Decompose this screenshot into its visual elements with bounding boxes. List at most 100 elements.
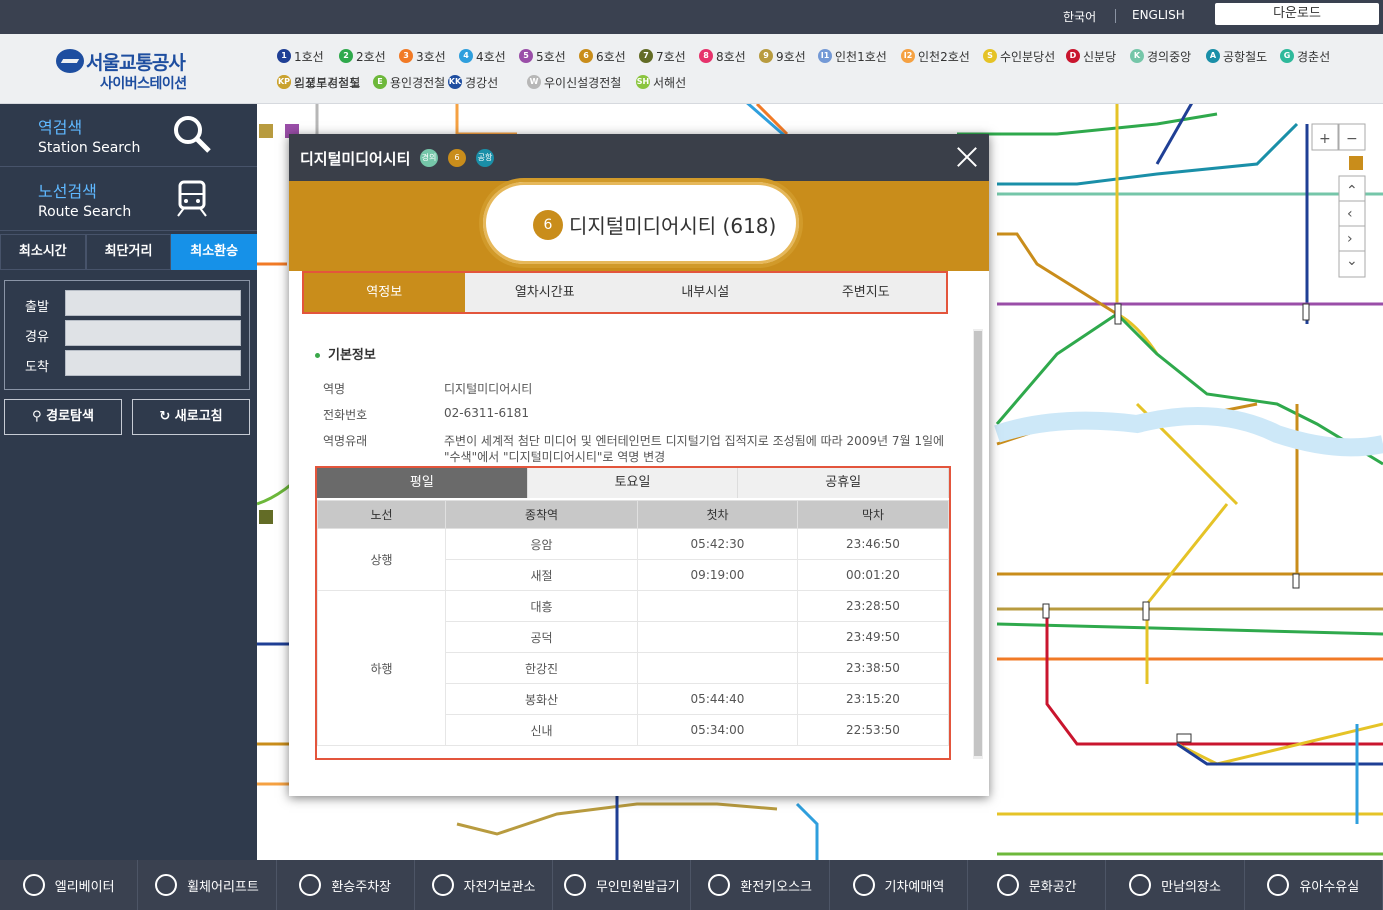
section-title: 기본정보 bbox=[315, 344, 376, 363]
tab-station-info[interactable]: 역정보 bbox=[304, 273, 465, 312]
tab-shortest-distance[interactable]: 최단거리 bbox=[85, 234, 172, 270]
close-icon[interactable] bbox=[956, 146, 978, 168]
cell-first bbox=[637, 590, 798, 622]
line-legend-item[interactable]: D 신분당 bbox=[1066, 47, 1116, 65]
facility-item[interactable]: 자전거보관소 bbox=[415, 860, 554, 910]
line-dot-icon: I1 bbox=[818, 49, 832, 63]
lang-korean-link[interactable]: 한국어 bbox=[1063, 8, 1096, 25]
logo[interactable]: 서울교통공사 사이버스테이션 bbox=[56, 47, 206, 93]
tab-min-transfer[interactable]: 최소환승 bbox=[171, 234, 258, 270]
tab-holiday[interactable]: 공휴일 bbox=[738, 468, 950, 498]
facility-item[interactable]: 엘리베이터 bbox=[0, 860, 139, 910]
line-dot-icon: 4 bbox=[459, 49, 473, 63]
col-first-train: 첫차 bbox=[637, 500, 798, 529]
facility-item[interactable]: 휠체어리프트 bbox=[138, 860, 277, 910]
line-legend-item[interactable]: S 수인분당선 bbox=[983, 47, 1055, 65]
logo-subtitle: 사이버스테이션 bbox=[100, 76, 187, 92]
facility-item[interactable]: 유아수유실 bbox=[1245, 860, 1383, 910]
lang-english-link[interactable]: ENGLISH bbox=[1132, 8, 1185, 22]
refresh-button-label: 새로고침 bbox=[174, 409, 223, 424]
line-legend-label: 8호선 bbox=[716, 49, 746, 64]
line-legend-item[interactable]: 4 4호선 bbox=[459, 47, 506, 65]
line-legend-item[interactable]: 9 9호선 bbox=[759, 47, 806, 65]
zoom-in-icon[interactable]: + bbox=[1319, 131, 1331, 147]
facility-item[interactable]: 환승주차장 bbox=[277, 860, 415, 910]
line-legend-item[interactable]: 8 8호선 bbox=[699, 47, 746, 65]
name-label: 역명 bbox=[323, 382, 346, 396]
line-legend-label: 2호선 bbox=[356, 49, 386, 64]
popup-titlebar: 디지털미디어시티 경의 6 공항 bbox=[289, 134, 989, 181]
facility-item[interactable]: 문화공간 bbox=[968, 860, 1107, 910]
line-dot-icon: SH bbox=[636, 75, 650, 89]
line-legend-item[interactable]: 7 7호선 bbox=[639, 47, 686, 65]
cell-dest: 한강진 bbox=[445, 652, 638, 684]
station-search-menu[interactable]: 역검색 Station Search bbox=[0, 104, 257, 167]
departure-label: 출발 bbox=[25, 300, 49, 315]
line-legend-item[interactable]: 2 2호선 bbox=[339, 47, 386, 65]
cell-last: 23:49:50 bbox=[797, 621, 949, 653]
facility-icon bbox=[1267, 874, 1290, 896]
line-dot-icon: 9 bbox=[759, 49, 773, 63]
pan-right-icon[interactable]: › bbox=[1347, 231, 1353, 247]
line-legend-label: 공항철도 bbox=[1223, 49, 1268, 64]
line-legend-item[interactable]: KK 경강선 bbox=[448, 73, 498, 91]
route-search-menu[interactable]: 노선검색 Route Search bbox=[0, 168, 257, 231]
line-legend-item[interactable]: KP 김포도시철도 bbox=[277, 73, 360, 91]
tab-saturday[interactable]: 토요일 bbox=[528, 468, 739, 498]
tab-weekday[interactable]: 평일 bbox=[317, 468, 528, 498]
line-legend-item[interactable]: I1 인천1호선 bbox=[818, 47, 887, 65]
line-dot-icon: 2 bbox=[339, 49, 353, 63]
line-legend-label: 신분당 bbox=[1083, 49, 1117, 64]
via-input[interactable] bbox=[65, 320, 241, 346]
line-legend-item[interactable]: 1 1호선 bbox=[277, 47, 324, 65]
departure-input[interactable] bbox=[65, 290, 241, 316]
route-search-button[interactable]: ⚲ 경로탐색 bbox=[4, 399, 122, 435]
line-legend-item[interactable]: G 경춘선 bbox=[1280, 47, 1330, 65]
col-line: 노선 bbox=[317, 500, 446, 529]
station-name-pill: 6 디지털미디어시티 (618) bbox=[479, 178, 803, 268]
popup-scrollbar[interactable] bbox=[973, 329, 983, 759]
tab-facilities[interactable]: 내부시설 bbox=[625, 273, 786, 312]
line-legend-label: 용인경전철 bbox=[390, 75, 446, 90]
facility-item[interactable]: 만남의장소 bbox=[1106, 860, 1245, 910]
route-form: 출발 경유 도착 bbox=[4, 280, 250, 390]
refresh-button[interactable]: ↻ 새로고침 bbox=[132, 399, 250, 435]
line-legend-item[interactable]: E 용인경전철 bbox=[373, 73, 445, 91]
line-legend-item[interactable]: W 우이신설경전철 bbox=[527, 73, 621, 91]
download-button[interactable]: 다운로드 bbox=[1215, 3, 1379, 25]
line-legend-item[interactable]: SH 서해선 bbox=[636, 73, 686, 91]
popup-station-title: 디지털미디어시티 bbox=[300, 150, 411, 168]
station-info-popup: 디지털미디어시티 경의 6 공항 6 디지털미디어시티 (618) 역정보 열차… bbox=[289, 134, 989, 796]
line-legend-item[interactable]: K 경의중앙 bbox=[1130, 47, 1191, 65]
line-legend-label: 경강선 bbox=[465, 75, 499, 90]
tab-timetable[interactable]: 열차시간표 bbox=[465, 273, 626, 312]
line-legend-label: 4호선 bbox=[476, 49, 506, 64]
zoom-out-icon[interactable]: − bbox=[1346, 131, 1358, 147]
tab-min-time[interactable]: 최소시간 bbox=[0, 234, 86, 270]
facility-label: 유아수유실 bbox=[1299, 879, 1360, 895]
facility-item[interactable]: 환전키오스크 bbox=[691, 860, 830, 910]
tab-nearby-map[interactable]: 주변지도 bbox=[786, 273, 947, 312]
cell-dest: 대흥 bbox=[445, 590, 638, 622]
facility-icon bbox=[852, 874, 875, 896]
logo-title: 서울교통공사 bbox=[86, 52, 186, 74]
line-legend-item[interactable]: I2 인천2호선 bbox=[901, 47, 970, 65]
pan-left-icon[interactable]: ‹ bbox=[1347, 206, 1353, 222]
name-value: 디지털미디어시티 bbox=[444, 382, 533, 396]
facility-item[interactable]: 무인민원발급기 bbox=[553, 860, 692, 910]
line-legend-item[interactable]: 3 3호선 bbox=[399, 47, 446, 65]
line-legend-item[interactable]: 6 6호선 bbox=[579, 47, 626, 65]
cell-first bbox=[637, 621, 798, 653]
scrollbar-thumb[interactable] bbox=[974, 331, 982, 756]
facility-icon bbox=[563, 874, 586, 896]
facility-icon bbox=[431, 874, 454, 896]
station-search-label-ko: 역검색 bbox=[38, 118, 83, 137]
line-legend-item[interactable]: 5 5호선 bbox=[519, 47, 566, 65]
arrival-input[interactable] bbox=[65, 350, 241, 376]
pan-down-icon[interactable]: ⌄ bbox=[1346, 253, 1358, 269]
pan-up-icon[interactable]: ⌃ bbox=[1346, 183, 1358, 199]
line-legend-item[interactable]: A 공항철도 bbox=[1206, 47, 1267, 65]
cell-first bbox=[637, 652, 798, 684]
station-search-label-en: Station Search bbox=[38, 140, 141, 156]
facility-item[interactable]: 기차예매역 bbox=[830, 860, 969, 910]
